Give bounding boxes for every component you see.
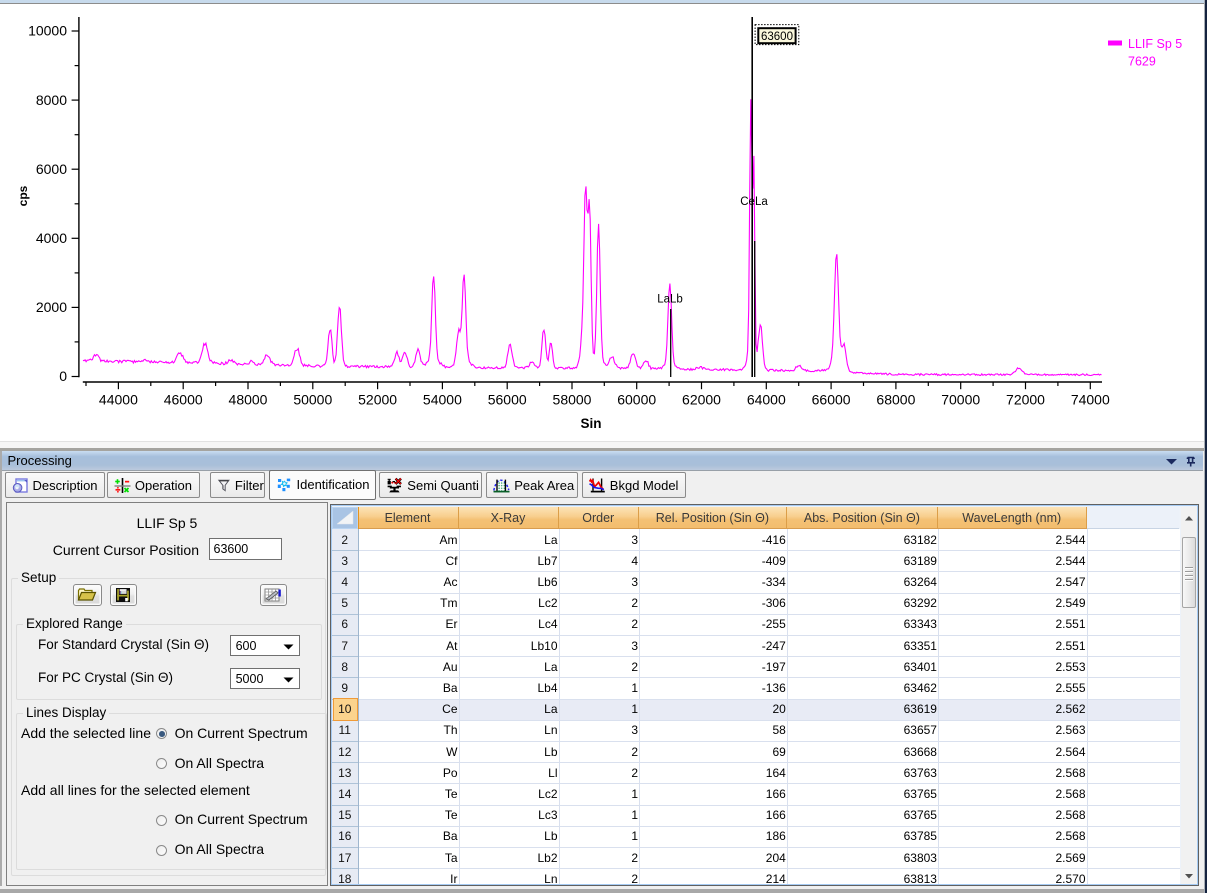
svg-text:70000: 70000 (941, 392, 980, 408)
svg-text:66000: 66000 (812, 392, 851, 408)
svg-text:74000: 74000 (1071, 392, 1110, 408)
svg-text:Sin: Sin (580, 416, 601, 431)
svg-text:62000: 62000 (682, 392, 721, 408)
svg-text:56000: 56000 (488, 392, 527, 408)
svg-text:54000: 54000 (423, 392, 462, 408)
svg-text:48000: 48000 (229, 392, 268, 408)
svg-text:LLIF Sp 5: LLIF Sp 5 (1128, 37, 1182, 51)
svg-text:CeLa: CeLa (740, 196, 768, 208)
svg-text:8000: 8000 (36, 92, 67, 108)
svg-text:6000: 6000 (36, 161, 67, 177)
svg-text:2000: 2000 (36, 299, 67, 315)
svg-text:68000: 68000 (876, 392, 915, 408)
svg-text:LaLb: LaLb (657, 294, 683, 306)
svg-text:58000: 58000 (553, 392, 592, 408)
svg-text:63600: 63600 (761, 31, 793, 43)
svg-text:7629: 7629 (1128, 55, 1156, 69)
svg-text:52000: 52000 (358, 392, 397, 408)
svg-text:60000: 60000 (617, 392, 656, 408)
svg-text:72000: 72000 (1006, 392, 1045, 408)
svg-text:10000: 10000 (28, 23, 67, 39)
svg-text:cps: cps (16, 185, 30, 206)
svg-text:50000: 50000 (293, 392, 332, 408)
svg-text:0: 0 (59, 368, 67, 384)
svg-text:64000: 64000 (747, 392, 786, 408)
svg-text:46000: 46000 (164, 392, 203, 408)
svg-text:44000: 44000 (99, 392, 138, 408)
svg-text:4000: 4000 (36, 230, 67, 246)
